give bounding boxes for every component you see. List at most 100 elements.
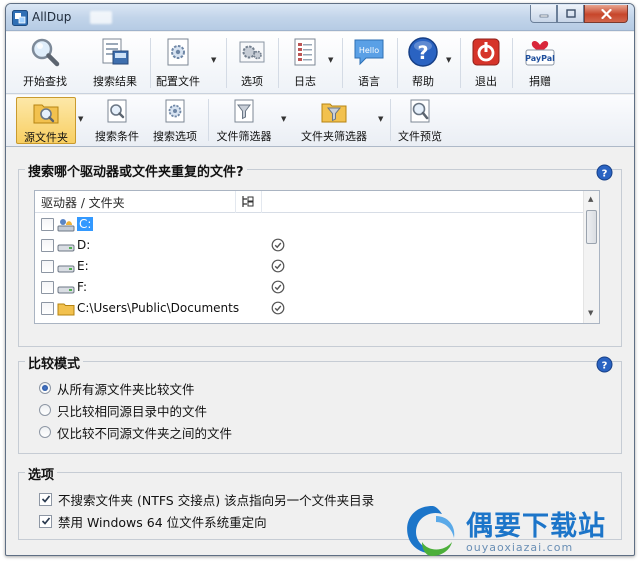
toolbar-separator — [226, 38, 227, 88]
help-button[interactable]: ? 帮助 — [400, 35, 446, 91]
profile-button[interactable]: 配置文件 — [149, 35, 207, 91]
compare-same-source-radio[interactable] — [39, 404, 51, 416]
window-controls — [530, 5, 628, 23]
minimize-button[interactable] — [530, 5, 557, 23]
drive-icon — [57, 265, 75, 273]
drive-label: D: — [77, 238, 91, 252]
start-search-button[interactable]: 开始查找 — [16, 35, 74, 91]
toolbar-separator — [397, 38, 398, 88]
column-header-drive-folder[interactable]: 驱动器 / 文件夹 — [41, 194, 125, 211]
column-header-subfolder-icon[interactable] — [241, 195, 255, 209]
close-icon — [600, 8, 612, 19]
options-button[interactable]: 选项 — [231, 35, 273, 91]
list-item[interactable]: F: — [39, 278, 585, 299]
compare-different-source-radio[interactable] — [39, 426, 51, 438]
drive-icon — [57, 244, 75, 252]
log-button[interactable]: 日志 — [284, 35, 326, 91]
scroll-up-icon[interactable]: ▲ — [588, 195, 593, 203]
window-title: AllDup — [32, 10, 72, 24]
help-icon: ? — [408, 37, 438, 67]
exit-button[interactable]: 退出 — [464, 35, 508, 91]
watermark-title: 偶要下载站 — [466, 511, 606, 542]
tab-search-criteria[interactable]: 搜索条件 — [90, 97, 144, 144]
drive-label: F: — [77, 280, 88, 294]
disable-redirection-checkbox[interactable] — [39, 514, 52, 528]
tab-file-filter[interactable]: 文件筛选器 — [211, 97, 277, 144]
profile-dropdown-icon[interactable]: ▼ — [211, 56, 216, 64]
scrollbar-thumb[interactable] — [586, 210, 597, 244]
folder-filter-icon — [321, 103, 347, 123]
include-checkbox[interactable] — [41, 239, 54, 252]
tab-source-folders[interactable]: 源文件夹 — [16, 97, 76, 144]
sub-toolbar: 源文件夹 ▼ 搜索条件 搜索选项 文件筛选器 ▼ 文件夹筛选器 ▼ 文件预览 — [6, 95, 634, 147]
language-button[interactable]: Hello 语言 — [346, 35, 392, 91]
include-checkbox[interactable] — [41, 281, 54, 294]
list-item[interactable]: E: — [39, 257, 585, 278]
svg-text:?: ? — [602, 361, 608, 372]
subfolders-enabled-icon[interactable] — [271, 280, 285, 294]
list-item[interactable]: D: — [39, 236, 585, 257]
file-filter-dropdown-icon[interactable]: ▼ — [281, 115, 286, 123]
main-toolbar: 开始查找 搜索结果 配置文件 ▼ 选项 日志 ▼ Hello 语言 ? 帮助 ▼… — [6, 32, 634, 94]
compare-different-source-label[interactable]: 仅比较不同源文件夹之间的文件 — [57, 423, 232, 442]
close-button[interactable] — [584, 5, 628, 23]
include-checkbox[interactable] — [41, 218, 54, 231]
title-bar[interactable]: AllDup — [6, 4, 634, 31]
toolbar-separator — [512, 38, 513, 88]
help-dropdown-icon[interactable]: ▼ — [446, 56, 451, 64]
compare-all-radio[interactable] — [39, 382, 51, 394]
maximize-button[interactable] — [557, 5, 584, 23]
source-folder-list[interactable]: 驱动器 / 文件夹 C: D: E: F: C:\Users\Public\Do… — [34, 190, 600, 324]
paypal-badge-text: PayPal — [525, 54, 555, 63]
log-dropdown-icon[interactable]: ▼ — [328, 56, 333, 64]
log-icon — [294, 38, 316, 66]
scroll-down-icon[interactable]: ▼ — [588, 309, 593, 317]
include-checkbox[interactable] — [41, 302, 54, 315]
site-watermark: 偶要下载站 ouyaoxiazai.com — [398, 500, 636, 562]
include-checkbox[interactable] — [41, 260, 54, 273]
tab-folder-filter[interactable]: 文件夹筛选器 — [291, 97, 377, 144]
search-results-button[interactable]: 搜索结果 — [85, 35, 145, 91]
disable-redirection-label[interactable]: 禁用 Windows 64 位文件系统重定向 — [58, 512, 267, 531]
skip-junction-label[interactable]: 不搜索文件夹 (NTFS 交接点) 该点指向另一个文件夹目录 — [58, 490, 374, 509]
title-redaction — [90, 11, 112, 24]
toolbar-separator — [208, 99, 209, 141]
skip-junction-checkbox[interactable] — [39, 492, 52, 506]
help-icon[interactable]: ? — [596, 164, 613, 181]
source-folders-dropdown-icon[interactable]: ▼ — [78, 115, 83, 123]
vertical-scrollbar[interactable]: ▲ ▼ — [583, 191, 599, 323]
svg-text:?: ? — [417, 42, 428, 64]
compare-same-source-option[interactable]: 只比较相同源目录中的文件 — [39, 400, 207, 420]
subfolders-enabled-icon[interactable] — [271, 259, 285, 273]
checkmark-icon — [41, 517, 50, 525]
tab-search-options-label: 搜索选项 — [153, 130, 197, 143]
tab-file-preview[interactable]: 文件预览 — [392, 97, 448, 144]
compare-same-source-label[interactable]: 只比较相同源目录中的文件 — [57, 401, 207, 420]
exit-icon — [472, 38, 500, 66]
column-divider — [261, 191, 262, 213]
disable-redirection-option[interactable]: 禁用 Windows 64 位文件系统重定向 — [39, 511, 267, 531]
folder-label: C:\Users\Public\Documents — [77, 301, 240, 315]
file-preview-icon — [410, 99, 430, 123]
compare-different-source-option[interactable]: 仅比较不同源文件夹之间的文件 — [39, 422, 232, 442]
subfolders-enabled-icon[interactable] — [271, 301, 285, 315]
compare-all-label[interactable]: 从所有源文件夹比较文件 — [57, 379, 195, 398]
options-panel-title: 选项 — [25, 464, 58, 483]
magnifier-icon — [31, 38, 60, 67]
options-gear-icon — [239, 41, 265, 63]
minimize-icon — [539, 14, 548, 17]
checkmark-icon — [41, 495, 50, 503]
search-options-icon — [165, 99, 185, 123]
alldup-app-icon — [12, 10, 28, 26]
list-header: 驱动器 / 文件夹 — [35, 191, 585, 213]
list-item[interactable]: C: — [39, 215, 585, 236]
log-label: 日志 — [294, 75, 316, 88]
skip-junction-option[interactable]: 不搜索文件夹 (NTFS 交接点) 该点指向另一个文件夹目录 — [39, 489, 374, 509]
list-item[interactable]: C:\Users\Public\Documents — [39, 299, 585, 320]
donate-button[interactable]: PayPal 捐赠 — [517, 35, 563, 91]
help-icon[interactable]: ? — [596, 356, 613, 373]
tab-search-options[interactable]: 搜索选项 — [147, 97, 203, 144]
subfolders-enabled-icon[interactable] — [271, 238, 285, 252]
compare-all-option[interactable]: 从所有源文件夹比较文件 — [39, 378, 195, 398]
folder-filter-dropdown-icon[interactable]: ▼ — [378, 115, 383, 123]
